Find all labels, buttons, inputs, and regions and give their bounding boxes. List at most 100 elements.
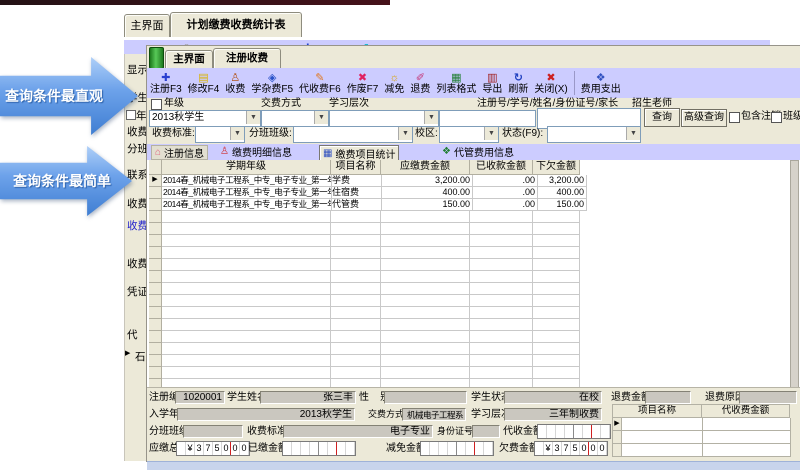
chevron-down-icon[interactable]: ▼ [314, 111, 328, 124]
chevron-down-icon[interactable]: ▼ [230, 127, 244, 140]
received-cell[interactable]: .00 [473, 187, 538, 199]
term-cell[interactable]: 2014春_机械电子工程系_中专_电子专业_第一年 [162, 187, 332, 199]
row-marker-icon [612, 444, 622, 457]
agency-fee-button[interactable]: ✎代收费F6 [296, 72, 344, 95]
void-button[interactable]: ✖作废F7 [344, 72, 382, 95]
item-cell[interactable]: 学费 [332, 175, 382, 187]
chevron-down-icon[interactable]: ▼ [484, 127, 498, 140]
term-cell[interactable]: 2014春_机械电子工程系_中专_电子专业_第一年 [162, 175, 332, 187]
paid-field[interactable] [282, 441, 356, 456]
due-cell[interactable]: 150.00 [382, 199, 473, 211]
refresh-button[interactable]: ↻刷新 [505, 72, 531, 95]
search-key-input[interactable] [439, 110, 536, 127]
advanced-query-button[interactable]: 高级查询 [681, 109, 727, 127]
digit-cell: 0 [598, 442, 607, 455]
agency-table-row [612, 431, 791, 444]
toolbar-button-label: 减免 [384, 84, 404, 95]
empty-cell [331, 223, 381, 235]
status-combobox[interactable]: ▼ [547, 126, 641, 143]
row-marker-cell [149, 259, 162, 271]
expense-button[interactable]: ❖费用支出 [578, 72, 624, 95]
fee-standard-value: 电子专业 [283, 425, 433, 438]
total-due-field[interactable]: ¥375000 [176, 441, 250, 456]
campus-combobox[interactable]: ▼ [439, 126, 499, 143]
chevron-down-icon[interactable]: ▼ [424, 111, 438, 124]
row-marker-cell [149, 307, 162, 319]
owed-field[interactable]: ¥375000 [534, 441, 608, 456]
empty-cell [533, 355, 580, 367]
due-cell[interactable]: 400.00 [382, 187, 473, 199]
class-combobox[interactable]: ▼ [293, 126, 413, 143]
owed-cell[interactable]: 400.00 [538, 187, 587, 199]
register-button[interactable]: ✚注册F3 [147, 72, 185, 95]
agency-table-row[interactable]: ▶ [612, 418, 791, 431]
chevron-down-icon[interactable]: ▼ [626, 127, 640, 140]
reduce-button[interactable]: ☼减免 [381, 72, 407, 95]
fee-standard-combobox[interactable]: ▼ [195, 126, 245, 143]
tab-register-info[interactable]: ⌂注册信息 [151, 145, 208, 160]
digit-cell: 5 [213, 442, 222, 455]
agency-amount-field[interactable] [537, 424, 611, 439]
empty-cell [533, 343, 580, 355]
due-cell[interactable]: 3,200.00 [382, 175, 473, 187]
outer-tab-fee-statistics[interactable]: 计划缴费收费统计表 [170, 12, 302, 37]
callout-arrow-direct: 查询条件最直观 [0, 57, 138, 135]
table-area: 学期年级项目名称应缴费金额已收款金额下欠金额▶2014春_机械电子工程系_中专_… [147, 160, 800, 387]
reduction-field[interactable] [420, 441, 494, 456]
include-cancelled-checkbox[interactable] [729, 112, 740, 123]
tab-fee-item-stats[interactable]: ▦缴费项目统计 [319, 145, 399, 161]
collector-icon: ♙ [230, 72, 240, 84]
row-marker-cell [149, 247, 162, 259]
modify-button[interactable]: ▤修改F4 [185, 72, 223, 95]
tuition-button[interactable]: ◈学杂费F5 [248, 72, 296, 95]
grade-checkbox[interactable] [151, 99, 162, 110]
collect-button[interactable]: ♙收费 [222, 72, 248, 95]
tab-payment-detail[interactable]: ♙缴费明细信息 [217, 145, 295, 158]
owed-cell[interactable]: 3,200.00 [538, 175, 587, 187]
empty-cell [331, 283, 381, 295]
digit-cell [457, 442, 466, 455]
table-header-row: 学期年级项目名称应缴费金额已收款金额下欠金额 [149, 160, 587, 175]
id-card-value [472, 425, 500, 438]
list-format-button[interactable]: ▦列表格式 [433, 72, 479, 95]
received-cell[interactable]: .00 [473, 199, 538, 211]
received-cell[interactable]: .00 [473, 175, 538, 187]
class-label: 分班班级: [249, 127, 292, 140]
owed-cell[interactable]: 150.00 [538, 199, 587, 211]
table-row: 2014春_机械电子工程系_中专_电子专业_第一年住宿费400.00.00400… [149, 187, 587, 199]
empty-table-row [149, 235, 587, 247]
chevron-down-icon[interactable]: ▼ [246, 111, 260, 124]
pay-method-combobox[interactable]: ▼ [261, 110, 329, 127]
diamond-icon: ❖ [442, 146, 451, 157]
chevron-down-icon[interactable]: ▼ [398, 127, 412, 140]
item-cell[interactable]: 代管费 [332, 199, 382, 211]
grade-combobox[interactable]: 2013秋学生 ▼ [149, 110, 261, 127]
row-marker-icon: ▶ [125, 349, 130, 357]
empty-cell [162, 319, 331, 331]
empty-table-row [149, 283, 587, 295]
item-cell[interactable]: 住宿费 [332, 187, 382, 199]
tab-agency-fee-info[interactable]: ❖代管费用信息 [439, 145, 517, 158]
refund-button[interactable]: ✐退费 [407, 72, 433, 95]
agency-amount-cell [703, 431, 791, 444]
empty-cell [162, 295, 331, 307]
row-marker-icon: ▶ [149, 175, 162, 187]
close-button[interactable]: ✖关闭(X) [531, 72, 570, 95]
empty-cell [470, 223, 533, 235]
outer-tab-main[interactable]: 主界面 [124, 14, 170, 37]
empty-table-row [149, 247, 587, 259]
empty-cell [331, 355, 381, 367]
inner-tab-main[interactable]: 主界面 [165, 50, 213, 68]
study-level-combobox[interactable]: ▼ [329, 110, 439, 127]
agency-amount-cell [703, 444, 791, 457]
name-value: 张三丰 [260, 391, 356, 404]
term-cell[interactable]: 2014春_机械电子工程系_中专_电子专业_第一年 [162, 199, 332, 211]
empty-table-row [149, 223, 587, 235]
export-button[interactable]: ▥导出 [479, 72, 505, 95]
edit-note-icon: ▤ [198, 72, 208, 84]
inner-tab-register-payment[interactable]: 注册收费 [213, 48, 281, 68]
pay-method-label: 交费方式 [368, 408, 404, 421]
fuzzy-class-checkbox[interactable] [771, 112, 782, 123]
digit-cell [574, 425, 583, 438]
query-button[interactable]: 查询 [644, 108, 680, 127]
